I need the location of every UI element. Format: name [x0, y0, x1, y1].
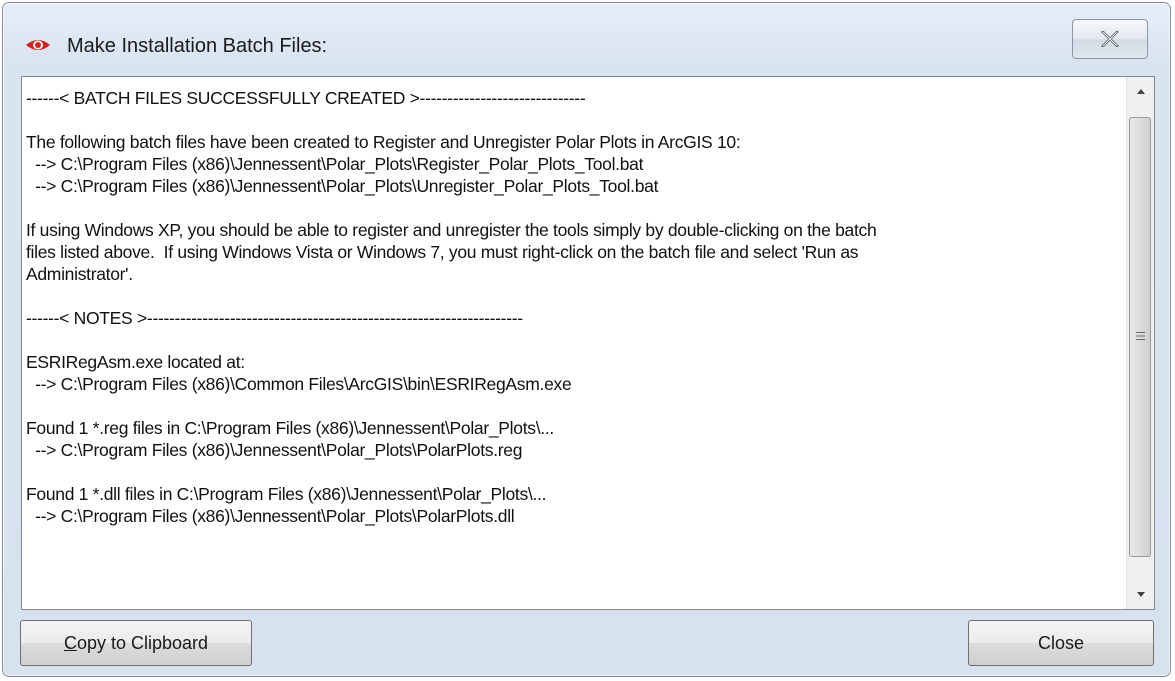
text-line: --> C:\Program Files (x86)\Jennessent\Po… [26, 154, 644, 174]
grip-icon [1136, 332, 1145, 340]
text-line: --> C:\Program Files (x86)\Common Files\… [26, 374, 572, 394]
copy-to-clipboard-button[interactable]: Copy to Clipboard [20, 620, 252, 666]
copy-button-mnemonic: C [63, 632, 77, 653]
text-line [26, 461, 1126, 483]
vertical-scrollbar[interactable] [1126, 77, 1154, 609]
output-text: ------< BATCH FILES SUCCESSFULLY CREATED… [22, 77, 1126, 609]
text-line [26, 329, 1126, 351]
close-button-label: Close [1037, 632, 1085, 653]
title-bar[interactable]: Make Installation Batch Files: [3, 3, 1170, 65]
close-x-icon [1101, 31, 1119, 47]
close-window-button[interactable] [1072, 19, 1148, 59]
scroll-up-button[interactable] [1127, 77, 1154, 105]
text-line: Administrator'. [26, 264, 133, 284]
text-line [26, 109, 1126, 131]
text-line: ------< BATCH FILES SUCCESSFULLY CREATED… [26, 88, 586, 108]
text-line: The following batch files have been crea… [26, 132, 741, 152]
text-line [26, 395, 1126, 417]
text-line [26, 197, 1126, 219]
dialog-window: Make Installation Batch Files: ------< B… [2, 2, 1171, 677]
copy-button-label: opy to Clipboard [76, 632, 209, 653]
window-title: Make Installation Batch Files: [67, 35, 328, 57]
text-line: Found 1 *.dll files in C:\Program Files … [26, 484, 547, 504]
text-line: ------< NOTES >-------------------------… [26, 308, 523, 328]
text-line: --> C:\Program Files (x86)\Jennessent\Po… [26, 506, 515, 526]
text-line: Found 1 *.reg files in C:\Program Files … [26, 418, 554, 438]
text-line: --> C:\Program Files (x86)\Jennessent\Po… [26, 176, 659, 196]
text-line: --> C:\Program Files (x86)\Jennessent\Po… [26, 440, 523, 460]
text-line: If using Windows XP, you should be able … [26, 220, 877, 240]
arrow-up-icon [1137, 89, 1145, 94]
output-textbox[interactable]: ------< BATCH FILES SUCCESSFULLY CREATED… [21, 76, 1155, 610]
text-line: ESRIRegAsm.exe located at: [26, 352, 245, 372]
text-line: files listed above. If using Windows Vis… [26, 242, 859, 262]
scroll-thumb[interactable] [1129, 117, 1151, 557]
text-line [26, 285, 1126, 307]
close-button[interactable]: Close [968, 620, 1154, 666]
arrow-down-icon [1137, 592, 1145, 597]
red-eye-icon [25, 38, 51, 52]
scroll-down-button[interactable] [1127, 581, 1154, 609]
